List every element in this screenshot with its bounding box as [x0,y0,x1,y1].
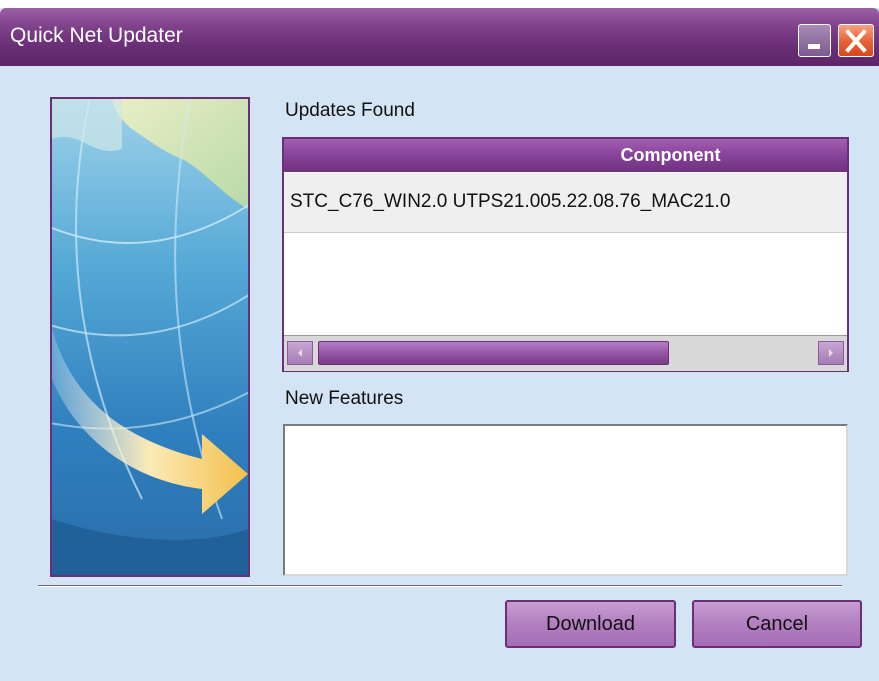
window-title: Quick Net Updater [10,24,183,47]
footer-divider [38,585,842,587]
column-header-component[interactable]: Component [284,145,847,166]
download-button[interactable]: Download [505,600,676,648]
minimize-button[interactable] [798,24,831,57]
updater-window: Quick Net Updater Updates Found Componen… [0,0,879,681]
scroll-right-button[interactable] [818,341,844,365]
titlebar-top-edge [0,0,879,8]
new-features-label: New Features [285,388,404,409]
new-features-textarea[interactable] [283,424,848,576]
globe-arrow-illustration [50,97,250,577]
scroll-thumb[interactable] [318,341,669,365]
cancel-button[interactable]: Cancel [692,600,862,648]
scroll-left-arrow-icon [298,349,302,357]
updates-found-label: Updates Found [285,100,415,121]
titlebar[interactable]: Quick Net Updater [0,8,879,66]
components-table[interactable]: Component STC_C76_WIN2.0 UTPS21.005.22.0… [282,137,849,372]
component-cell: STC_C76_WIN2.0 UTPS21.005.22.08.76_MAC21… [290,191,731,212]
scroll-left-button[interactable] [287,341,313,365]
table-header: Component [284,139,847,173]
scroll-right-arrow-icon [829,349,833,357]
close-button[interactable] [838,24,874,57]
table-row[interactable]: STC_C76_WIN2.0 UTPS21.005.22.08.76_MAC21… [284,173,847,233]
close-icon [845,29,867,53]
horizontal-scrollbar[interactable] [284,335,847,371]
minimize-icon [808,44,820,49]
